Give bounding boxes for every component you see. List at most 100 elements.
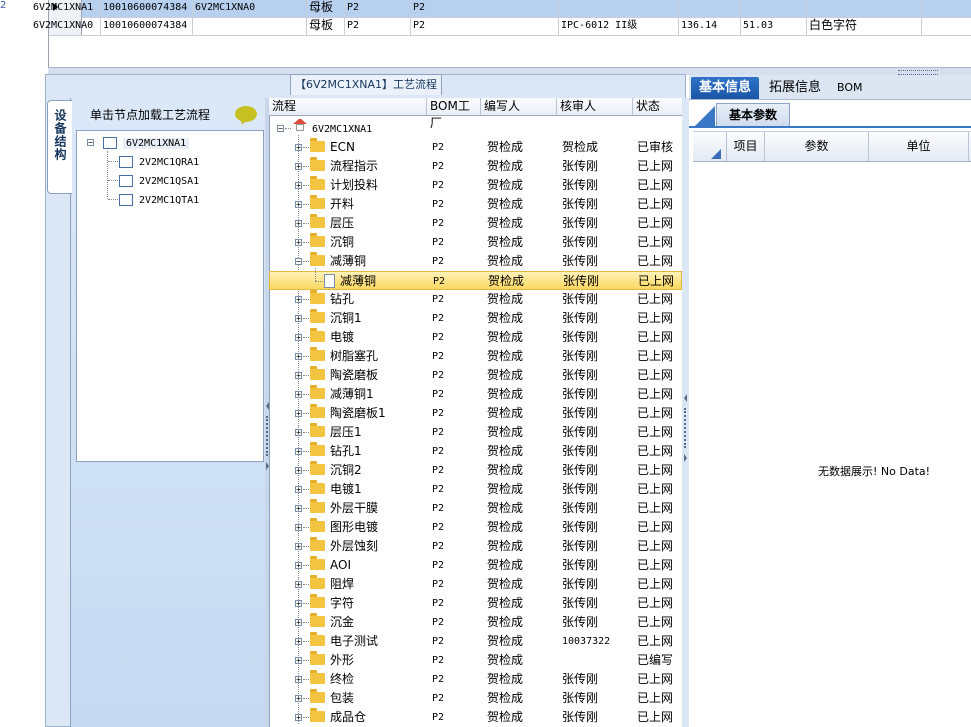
process-row[interactable]: + 图形电镀 P2 贺检成 张传刚 已上网 [269, 518, 682, 537]
top-grid-cell[interactable]: 10010600074384 [101, 0, 193, 17]
process-row[interactable]: + 计划投料 P2 贺检成 张传刚 已上网 [269, 176, 682, 195]
top-grid-cell[interactable]: 10010600074384 [101, 16, 193, 35]
process-row[interactable]: + 成品仓 P2 贺检成 张传刚 已上网 [269, 708, 682, 727]
process-row[interactable]: + 树脂塞孔 P2 贺检成 张传刚 已上网 [269, 347, 682, 366]
process-row[interactable]: + 沉金 P2 贺检成 张传刚 已上网 [269, 613, 682, 632]
expand-toggle-icon[interactable]: + [295, 220, 302, 228]
expand-toggle-icon[interactable]: + [295, 448, 302, 456]
collapse-toggle-icon[interactable]: − [87, 139, 94, 147]
top-grid-cell[interactable]: P2 [345, 16, 411, 35]
col-header-bom-factory[interactable]: BOM工厂 [427, 98, 481, 130]
process-row[interactable]: + 陶瓷磨板 P2 贺检成 张传刚 已上网 [269, 366, 682, 385]
expand-toggle-icon[interactable]: + [295, 201, 302, 209]
col-header-param[interactable]: 参数 [765, 132, 869, 161]
expand-toggle-icon[interactable]: + [295, 372, 302, 380]
process-row[interactable]: + 电子测试 P2 贺检成 10037322 已上网 [269, 632, 682, 651]
process-row[interactable]: + 电镀1 P2 贺检成 张传刚 已上网 [269, 480, 682, 499]
expand-toggle-icon[interactable]: + [295, 391, 302, 399]
tab-basic-info[interactable]: 基本信息 [691, 77, 760, 99]
process-row[interactable]: + ECN P2 贺检成 贺检成 已审核 [269, 138, 682, 157]
expand-toggle-icon[interactable]: + [295, 695, 302, 703]
process-root-row[interactable]: − 6V2MC1XNA1 [269, 119, 682, 138]
process-row[interactable]: + 流程指示 P2 贺检成 张传刚 已上网 [269, 157, 682, 176]
expand-toggle-icon[interactable]: + [295, 410, 302, 418]
top-grid-cell[interactable]: P2 [345, 0, 411, 17]
expand-toggle-icon[interactable]: + [295, 182, 302, 190]
row-selector-header[interactable] [693, 132, 727, 161]
collapse-toggle-icon[interactable]: − [277, 125, 284, 133]
top-grid-cell[interactable] [741, 0, 807, 17]
top-grid-cell[interactable]: 51.03 [741, 16, 807, 35]
expand-toggle-icon[interactable]: + [295, 315, 302, 323]
process-row[interactable]: + 钻孔1 P2 贺检成 张传刚 已上网 [269, 442, 682, 461]
expand-toggle-icon[interactable]: + [295, 714, 302, 722]
expand-toggle-icon[interactable]: + [295, 353, 302, 361]
top-grid-cell[interactable] [679, 0, 741, 17]
top-grid-row[interactable]: 6V2MC1XNA0 10010600074384 母板 P2 P2 IPC-6012 I… [33, 16, 971, 36]
process-row[interactable]: + 终检 P2 贺检成 张传刚 已上网 [269, 670, 682, 689]
process-row[interactable]: + 阻焊 P2 贺检成 张传刚 已上网 [269, 575, 682, 594]
expand-toggle-icon[interactable]: + [295, 163, 302, 171]
top-grid-cell[interactable]: P2 [411, 0, 559, 17]
process-row-selected[interactable]: 减薄铜 P2 贺检成 张传刚 已上网 [269, 268, 682, 290]
expand-toggle-icon[interactable]: + [295, 657, 302, 665]
col-header-unit[interactable]: 单位 [869, 132, 969, 161]
tab-extended-info[interactable]: 拓展信息 [761, 77, 829, 99]
col-header-reviewer[interactable]: 核审人 [557, 98, 633, 115]
top-grid-cell[interactable]: 母板 [307, 16, 345, 35]
expand-toggle-icon[interactable]: + [295, 581, 302, 589]
expand-toggle-icon[interactable]: + [295, 638, 302, 646]
expand-toggle-icon[interactable]: + [295, 619, 302, 627]
col-header-flow[interactable]: 流程 [269, 98, 427, 115]
process-row[interactable]: + 开料 P2 贺检成 张传刚 已上网 [269, 195, 682, 214]
tab-equipment-structure[interactable]: 设备结构 [47, 100, 72, 194]
process-row[interactable]: + 外层干膜 P2 贺检成 张传刚 已上网 [269, 499, 682, 518]
top-grid-cell[interactable]: 母板 [307, 0, 345, 17]
expand-toggle-icon[interactable]: + [295, 600, 302, 608]
collapse-toggle-icon[interactable]: − [295, 258, 302, 266]
top-grid-cell[interactable]: 6V2MC1XNA0 [193, 0, 307, 17]
process-row[interactable]: + 外层蚀刻 P2 贺检成 张传刚 已上网 [269, 537, 682, 556]
tab-bom[interactable]: BOM [829, 77, 871, 99]
tree-node-child[interactable]: 2V2MC1QSA1 [119, 171, 199, 189]
top-grid-cell[interactable] [193, 16, 307, 35]
top-grid-cell[interactable]: P2 [411, 16, 559, 35]
expand-toggle-icon[interactable]: + [295, 144, 302, 152]
col-header-item[interactable]: 项目 [727, 132, 765, 161]
expand-toggle-icon[interactable]: + [295, 334, 302, 342]
tree-node-child[interactable]: 2V2MC1QRA1 [119, 152, 199, 170]
expand-toggle-icon[interactable]: + [295, 676, 302, 684]
tab-basic-params[interactable]: 基本参数 [716, 103, 790, 126]
expand-toggle-icon[interactable]: + [295, 524, 302, 532]
top-grid-cell[interactable] [559, 0, 679, 17]
top-grid-cell[interactable]: IPC-6012 II级 [559, 16, 679, 35]
vertical-splitter-right[interactable] [682, 98, 689, 727]
process-row[interactable]: + 沉铜2 P2 贺检成 张传刚 已上网 [269, 461, 682, 480]
top-grid-cell[interactable]: 6V2MC1XNA1 [31, 0, 101, 17]
expand-toggle-icon[interactable]: + [295, 239, 302, 247]
process-row[interactable]: + 沉铜1 P2 贺检成 张传刚 已上网 [269, 309, 682, 328]
process-row[interactable]: + 层压1 P2 贺检成 张传刚 已上网 [269, 423, 682, 442]
process-row[interactable]: + 沉铜 P2 贺检成 张传刚 已上网 [269, 233, 682, 252]
expand-toggle-icon[interactable]: + [295, 296, 302, 304]
col-header-status[interactable]: 状态 [633, 98, 682, 115]
expand-toggle-icon[interactable]: + [295, 562, 302, 570]
process-row[interactable]: + 外形 P2 贺检成 已编写 [269, 651, 682, 670]
top-grid-cell[interactable] [807, 0, 922, 17]
col-header-writer[interactable]: 编写人 [481, 98, 557, 115]
process-row[interactable]: + AOI P2 贺检成 张传刚 已上网 [269, 556, 682, 575]
process-row[interactable]: + 钻孔 P2 贺检成 张传刚 已上网 [269, 290, 682, 309]
tree-node-child[interactable]: 2V2MC1QTA1 [119, 190, 199, 208]
process-row[interactable]: + 陶瓷磨板1 P2 贺检成 张传刚 已上网 [269, 404, 682, 423]
expand-toggle-icon[interactable]: + [295, 505, 302, 513]
expand-toggle-icon[interactable]: + [295, 467, 302, 475]
expand-toggle-icon[interactable]: + [295, 429, 302, 437]
expand-toggle-icon[interactable]: + [295, 543, 302, 551]
process-row[interactable]: + 减薄铜1 P2 贺检成 张传刚 已上网 [269, 385, 682, 404]
expand-toggle-icon[interactable]: + [295, 486, 302, 494]
process-row[interactable]: + 包装 P2 贺检成 张传刚 已上网 [269, 689, 682, 708]
process-row[interactable]: − 减薄铜 P2 贺检成 张传刚 已上网 [269, 252, 682, 271]
top-grid-cell[interactable]: 6V2MC1XNA0 [31, 16, 101, 35]
top-grid-cell[interactable]: 136.14 [679, 16, 741, 35]
process-row[interactable]: + 字符 P2 贺检成 张传刚 已上网 [269, 594, 682, 613]
